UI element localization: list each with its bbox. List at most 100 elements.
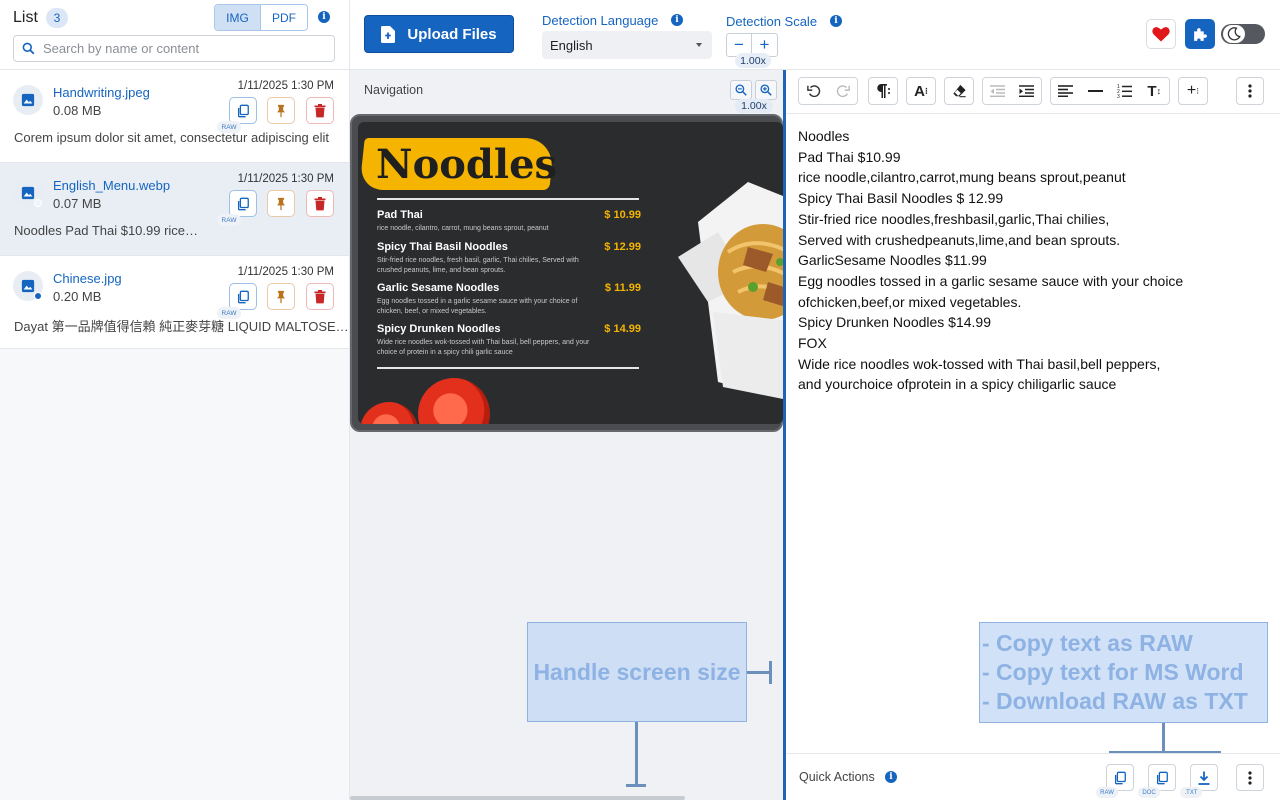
annotation-handle-screen-size: Handle screen size bbox=[527, 622, 747, 722]
pin-button[interactable] bbox=[267, 283, 295, 310]
outdent-icon bbox=[990, 85, 1005, 97]
zoom-out-button[interactable] bbox=[730, 80, 752, 100]
more-options-button[interactable] bbox=[1236, 77, 1264, 105]
annotation-connector bbox=[635, 722, 638, 787]
copy-button[interactable] bbox=[229, 283, 257, 310]
horizontal-rule-button[interactable] bbox=[1081, 78, 1111, 104]
status-dot bbox=[34, 292, 42, 300]
delete-button[interactable] bbox=[306, 190, 334, 217]
search-input[interactable] bbox=[43, 41, 323, 56]
info-icon[interactable]: i bbox=[885, 771, 897, 783]
pin-button[interactable] bbox=[267, 97, 295, 124]
redo-button[interactable] bbox=[828, 78, 857, 104]
moon-icon bbox=[1227, 27, 1241, 41]
menu-item-desc: Stir-fried rice noodles, fresh basil, ga… bbox=[377, 257, 579, 274]
menu-item-price: $ 10.99 bbox=[604, 209, 641, 221]
info-icon[interactable]: i bbox=[318, 11, 330, 23]
list-item[interactable]: Handwriting.jpeg 0.08 MB 1/11/2025 1:30 … bbox=[0, 70, 349, 163]
font-size-button[interactable]: A ⁝ bbox=[906, 77, 936, 105]
info-icon[interactable]: i bbox=[671, 14, 683, 26]
insert-button[interactable]: + ⁝ bbox=[1178, 77, 1208, 105]
pin-icon bbox=[277, 104, 285, 117]
indent-group bbox=[982, 77, 1042, 105]
file-size: 0.08 MB bbox=[53, 103, 102, 118]
menu-item: Spicy Thai Basil Noodles $ 12.99 Stir-fr… bbox=[377, 241, 641, 275]
more-icon bbox=[1248, 84, 1252, 98]
dark-mode-toggle[interactable] bbox=[1221, 24, 1265, 44]
file-preview-text: Dayat 第一品牌值得信賴 純正麥芽糖 LIQUID MALTOSE… bbox=[14, 319, 349, 334]
copy-button[interactable] bbox=[229, 97, 257, 124]
numbered-list-button[interactable]: 123 bbox=[1110, 78, 1140, 104]
more-options-button[interactable] bbox=[1236, 764, 1264, 791]
align-left-button[interactable] bbox=[1051, 78, 1081, 104]
list-item[interactable]: English_Menu.webp 0.07 MB 1/11/2025 1:30… bbox=[0, 163, 349, 256]
text-line: Stir-fried rice noodles,freshbasil,garli… bbox=[798, 210, 1110, 227]
file-date: 1/11/2025 1:30 PM bbox=[237, 80, 334, 92]
file-name[interactable]: Chinese.jpg bbox=[53, 271, 122, 286]
image-preview[interactable]: Noodles Pad Thai $ 10.99 rice noodle, ci… bbox=[350, 114, 783, 432]
file-date: 1/11/2025 1:30 PM bbox=[237, 266, 334, 278]
menu-item-name: Pad Thai bbox=[377, 209, 423, 221]
insert-icon: + ⁝ bbox=[1186, 82, 1200, 99]
text-height-icon: T ↕ bbox=[1147, 82, 1162, 100]
upload-files-button[interactable]: Upload Files bbox=[364, 15, 514, 53]
clear-format-button[interactable] bbox=[944, 77, 974, 105]
file-name[interactable]: Handwriting.jpeg bbox=[53, 85, 150, 100]
redo-icon bbox=[836, 85, 850, 98]
menu-item-price: $ 12.99 bbox=[604, 241, 641, 253]
pin-icon bbox=[277, 197, 285, 210]
undo-button[interactable] bbox=[799, 78, 828, 104]
language-select[interactable]: English bbox=[542, 31, 712, 59]
puzzle-icon bbox=[1193, 27, 1207, 41]
zoom-out-icon bbox=[735, 84, 747, 96]
text-line: and yourchoice ofprotein in a spicy chil… bbox=[798, 376, 1117, 393]
text-line: GarlicSesame Noodles $11.99 bbox=[798, 252, 987, 269]
copy-button[interactable] bbox=[229, 190, 257, 217]
search-field[interactable] bbox=[13, 35, 335, 62]
favorite-button[interactable] bbox=[1146, 19, 1176, 49]
search-icon bbox=[22, 42, 35, 55]
align-left-icon bbox=[1058, 85, 1074, 97]
font-size-icon: A ⁝ bbox=[914, 82, 928, 100]
text-line: Served with crushedpeanuts,lime,and bean… bbox=[798, 231, 1121, 248]
status-dot bbox=[34, 199, 42, 207]
delete-button[interactable] bbox=[306, 283, 334, 310]
copy-icon bbox=[237, 197, 249, 210]
divider bbox=[377, 367, 639, 369]
horizontal-scrollbar[interactable] bbox=[350, 796, 685, 800]
text-line: Spicy Thai Basil Noodles $ 12.99 bbox=[798, 190, 1004, 207]
sidebar-header: List 3 IMG PDF i bbox=[0, 0, 349, 70]
menu-item-name: Spicy Thai Basil Noodles bbox=[377, 241, 508, 253]
outdent-button[interactable] bbox=[983, 78, 1012, 104]
paragraph-button[interactable] bbox=[868, 77, 898, 105]
menu-item-price: $ 11.99 bbox=[604, 282, 641, 294]
copy-icon bbox=[237, 290, 249, 303]
extensions-button[interactable] bbox=[1185, 19, 1215, 49]
menu-item-name: Spicy Drunken Noodles bbox=[377, 323, 501, 335]
indent-button[interactable] bbox=[1012, 78, 1041, 104]
delete-button[interactable] bbox=[306, 97, 334, 124]
zoom-in-button[interactable] bbox=[755, 80, 777, 100]
menu-item: Spicy Drunken Noodles $ 14.99 Wide rice … bbox=[377, 323, 641, 357]
tab-img[interactable]: IMG bbox=[215, 5, 261, 30]
file-name[interactable]: English_Menu.webp bbox=[53, 178, 170, 193]
download-icon bbox=[1198, 771, 1210, 785]
more-icon bbox=[1248, 770, 1252, 785]
annotation-connector bbox=[769, 661, 772, 684]
text-height-button[interactable]: T ↕ bbox=[1140, 78, 1170, 104]
annotation-line: - Copy text as RAW bbox=[982, 630, 1193, 656]
raw-tag: RAW bbox=[1096, 787, 1118, 798]
file-thumbnail bbox=[13, 85, 43, 115]
file-thumbnail bbox=[13, 178, 43, 208]
language-value: English bbox=[550, 37, 593, 53]
list-item[interactable]: Chinese.jpg 0.20 MB 1/11/2025 1:30 PM RA… bbox=[0, 256, 349, 349]
pin-button[interactable] bbox=[267, 190, 295, 217]
recognized-text-area[interactable]: Noodles Pad Thai $10.99 rice noodle,cila… bbox=[798, 126, 1183, 395]
tab-pdf[interactable]: PDF bbox=[261, 5, 307, 30]
info-icon[interactable]: i bbox=[830, 15, 842, 27]
menu-item: Garlic Sesame Noodles $ 11.99 Egg noodle… bbox=[377, 282, 641, 316]
history-group bbox=[798, 77, 858, 105]
upload-file-icon bbox=[381, 25, 396, 43]
heart-icon bbox=[1152, 27, 1170, 42]
zoom-value: 1.00x bbox=[735, 99, 773, 113]
